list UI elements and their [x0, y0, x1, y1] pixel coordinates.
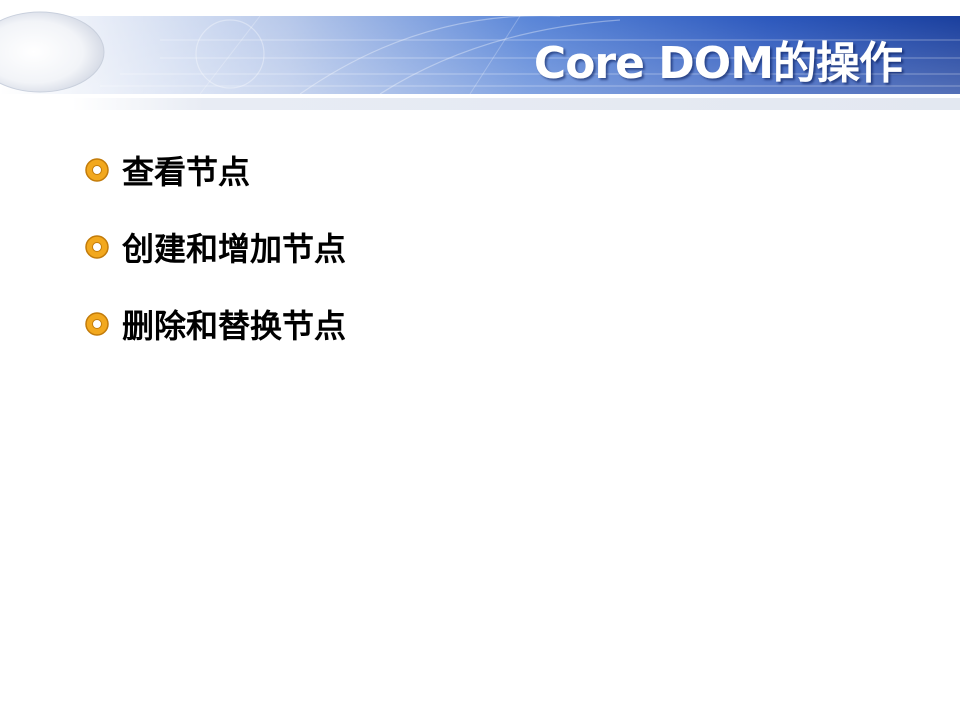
list-item: 删除和替换节点	[84, 300, 346, 348]
orange-ring-bullet-icon	[85, 235, 109, 259]
list-item: 查看节点	[84, 146, 346, 194]
bullet-text: 删除和替换节点	[122, 307, 347, 345]
bullet-text: 创建和增加节点	[122, 230, 347, 268]
slide: Core DOM的操作 查看节点 创建和增加节点 删除和替换节点	[0, 0, 960, 720]
header-band: Core DOM的操作	[0, 0, 960, 112]
orange-ring-bullet-icon	[85, 312, 109, 336]
slide-title: Core DOM的操作	[533, 38, 903, 89]
orange-ring-bullet-icon	[85, 158, 109, 182]
bullet-list: 查看节点 创建和增加节点 删除和替换节点	[84, 146, 346, 377]
list-item: 创建和增加节点	[84, 223, 346, 271]
bullet-text: 查看节点	[122, 153, 251, 191]
